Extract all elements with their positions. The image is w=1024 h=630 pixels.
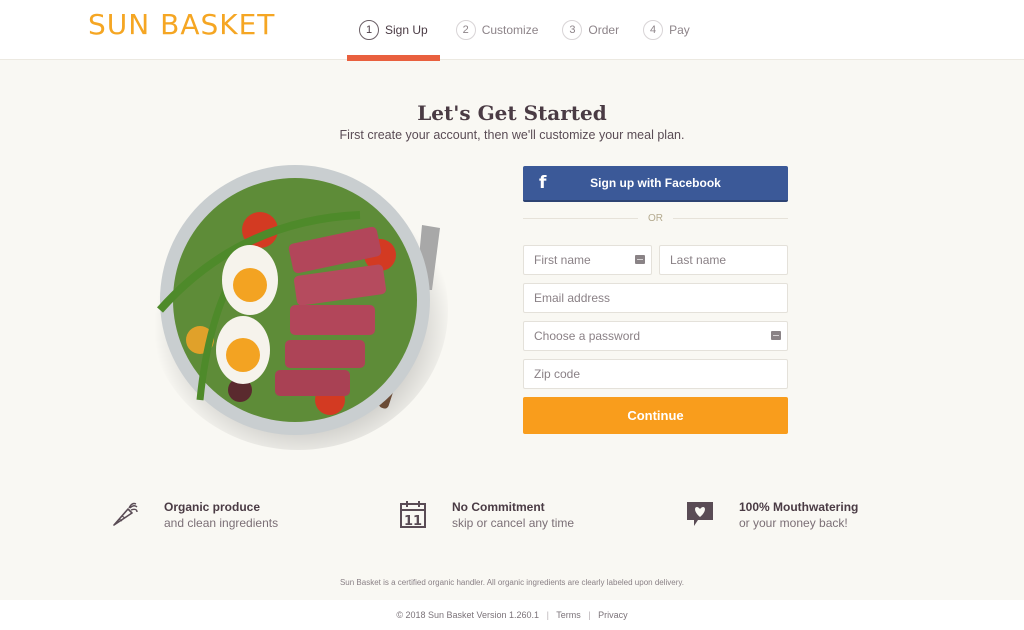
sun-basket-logo[interactable]: SUN BASKET	[88, 8, 275, 41]
first-name-placeholder: First name	[534, 253, 591, 267]
first-name-field[interactable]: First name	[523, 245, 652, 275]
feature-subtitle: skip or cancel any time	[452, 516, 575, 530]
page-title: Let's Get Started	[417, 101, 607, 125]
heart-speech-icon	[687, 502, 713, 526]
step-pay[interactable]: 4 Pay	[631, 0, 702, 60]
password-placeholder: Choose a password	[534, 329, 641, 343]
feature-subtitle: or your money back!	[739, 516, 848, 530]
facebook-icon: f	[539, 173, 547, 193]
step-sign-up[interactable]: 1 Sign Up	[347, 0, 440, 61]
svg-text:11: 11	[404, 514, 422, 529]
page-subtitle: First create your account, then we'll cu…	[339, 128, 685, 142]
step-label: Order	[588, 23, 620, 37]
zip-code-placeholder: Zip code	[534, 367, 581, 381]
copyright: © 2018 Sun Basket Version 1.260.1	[396, 610, 540, 620]
email-placeholder: Email address	[534, 291, 611, 305]
autofill-card-icon[interactable]	[771, 331, 781, 340]
zip-code-field[interactable]: Zip code	[523, 359, 788, 389]
facebook-button-label: Sign up with Facebook	[590, 176, 721, 190]
feature-organic: Organic produce and clean ingredients	[110, 499, 278, 532]
privacy-link[interactable]: Privacy	[598, 610, 628, 620]
organic-note: Sun Basket is a certified organic handle…	[339, 578, 685, 587]
last-name-field[interactable]: Last name	[659, 245, 788, 275]
header: SUN BASKET 1 Sign Up 2 Customize 3 Order…	[0, 0, 1024, 61]
facebook-signup-button[interactable]: f Sign up with Facebook	[523, 166, 788, 202]
step-number: 4	[643, 20, 664, 40]
step-number: 1	[359, 20, 379, 40]
progress-steps: 1 Sign Up 2 Customize 3 Order 4 Pay	[347, 0, 702, 61]
terms-link[interactable]: Terms	[556, 610, 581, 620]
feature-title: No Commitment	[452, 500, 545, 514]
carrot-icon	[113, 502, 138, 526]
feature-no-commitment: 11 No Commitment skip or cancel any time	[398, 499, 574, 532]
continue-button[interactable]: Continue	[523, 397, 788, 434]
feature-mouthwatering: 100% Mouthwatering or your money back!	[685, 499, 858, 532]
feature-title: Organic produce	[164, 500, 261, 514]
step-order[interactable]: 3 Order	[550, 0, 631, 60]
footer-separator: |	[588, 610, 591, 620]
step-label: Sign Up	[385, 23, 428, 37]
step-number: 3	[562, 20, 583, 40]
signup-form: f Sign up with Facebook OR First name La…	[523, 166, 788, 434]
or-divider: OR	[523, 202, 788, 234]
email-field[interactable]: Email address	[523, 283, 788, 313]
step-number: 2	[455, 20, 476, 40]
hero-salad-image	[148, 165, 448, 450]
calendar-icon: 11	[400, 501, 426, 529]
or-label: OR	[638, 212, 673, 224]
feature-title: 100% Mouthwatering	[739, 500, 859, 514]
last-name-placeholder: Last name	[670, 253, 727, 267]
password-field[interactable]: Choose a password	[523, 321, 788, 351]
autofill-card-icon[interactable]	[635, 255, 645, 264]
feature-subtitle: and clean ingredients	[164, 516, 279, 530]
footer-separator: |	[546, 610, 549, 620]
step-customize[interactable]: 2 Customize	[444, 0, 551, 60]
footer: © 2018 Sun Basket Version 1.260.1 | Term…	[0, 600, 1024, 630]
step-label: Customize	[481, 23, 539, 37]
step-label: Pay	[669, 23, 690, 37]
